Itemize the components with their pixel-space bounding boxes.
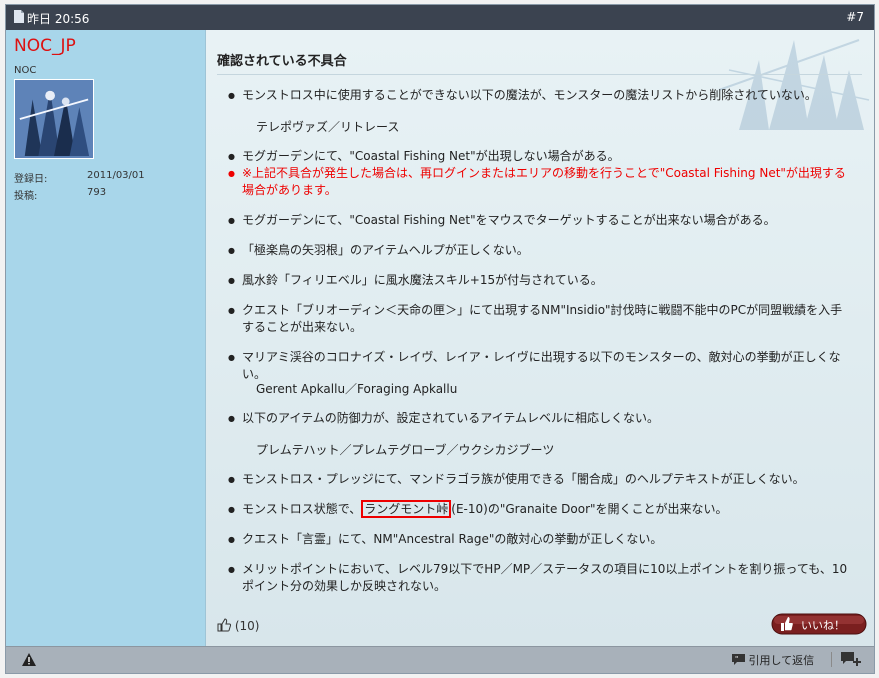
post-header: 昨日 20:56 #7 [6, 5, 874, 30]
post-count-value: 793 [87, 187, 107, 198]
list-item: モンストロス・プレッジにて、マンドラゴラ族が使用できる「闇合成」のヘルプテキスト… [228, 471, 854, 488]
join-date-label: 登録日: [14, 174, 48, 185]
list-note: ※上記不具合が発生した場合は、再ログインまたはエリアの移動を行うことで"Coas… [228, 165, 854, 199]
user-sidebar: NOC_JP NOC 登録日: 2011/03/01 投稿: 793 [6, 30, 206, 649]
join-date-row: 登録日: 2011/03/01 [14, 170, 145, 185]
post-count-label: 投稿: [14, 191, 38, 202]
list-item: モグガーデンにて、"Coastal Fishing Net"をマウスでターゲット… [228, 212, 854, 229]
post-footer: " 引用して返信 [6, 646, 874, 673]
title-divider [217, 74, 862, 75]
list-item: 以下のアイテムの防御力が、設定されているアイテムレベルに相応しくない。 [228, 410, 854, 427]
like-count[interactable]: (10) [217, 618, 259, 633]
list-item: メリットポイントにおいて、レベル79以下でHP／MP／ステータスの項目に10以上… [228, 561, 854, 595]
highlighted-place-name: ラングモント峠 [361, 500, 452, 518]
username-link[interactable]: NOC_JP [14, 36, 76, 56]
list-subitem: プレムテハット／プレムテグローブ／ウクシカジブーツ [256, 443, 555, 457]
post-title: 確認されている不具合 [217, 54, 347, 69]
like-count-value: (10) [234, 619, 260, 633]
report-warning-icon[interactable] [22, 653, 36, 666]
list-subitem: Gerent Apkallu／Foraging Apkallu [256, 382, 458, 396]
decorative-artwork [718, 39, 870, 130]
document-icon [14, 10, 24, 23]
list-item: モンストロス状態で、ラングモント峠(E-10)の"Granaite Door"を… [228, 500, 854, 518]
quote-bubble-icon: " [732, 654, 745, 665]
post-number-link[interactable]: #7 [846, 10, 864, 24]
user-title: NOC [14, 65, 37, 76]
list-subitem: テレポヴァズ／リトレース [256, 120, 400, 134]
list-item: 風水鈴「フィリエベル」に風水魔法スキル+15が付与されている。 [228, 272, 854, 289]
reply-with-quote-button[interactable]: " 引用して返信 [732, 652, 814, 668]
list-item: マリアミ渓谷のコロナイズ・レイヴ、レイア・レイヴに出現する以下のモンスターの、敵… [228, 349, 854, 383]
post-count-row: 投稿: 793 [14, 187, 106, 202]
post-date: 昨日 20:56 [27, 12, 90, 26]
list-item-text-pre: モンストロス状態で、 [242, 502, 362, 516]
thumbs-up-icon [217, 618, 232, 632]
forum-post: 昨日 20:56 #7 NOC_JP NOC 登録日: 2011/03/01 投… [5, 4, 875, 674]
avatar[interactable] [14, 79, 94, 159]
reply-with-quote-label: 引用して返信 [748, 654, 815, 667]
list-item: モンストロス中に使用することができない以下の魔法が、モンスターの魔法リストから削… [228, 87, 854, 104]
multi-quote-icon[interactable] [841, 652, 861, 667]
list-item: クエスト「ブリオーディン＜天命の匣＞」にて出現するNM"Insidio"討伐時に… [228, 302, 854, 336]
list-item: クエスト「言霊」にて、NM"Ancestral Rage"の敵対心の挙動が正しく… [228, 531, 854, 548]
like-button[interactable]: いいね！ [771, 613, 867, 635]
footer-separator [831, 652, 832, 667]
list-item: モグガーデンにて、"Coastal Fishing Net"が出現しない場合があ… [228, 148, 854, 165]
join-date-value: 2011/03/01 [87, 170, 145, 181]
like-button-label: いいね！ [801, 619, 845, 632]
list-item: 「極楽鳥の矢羽根」のアイテムヘルプが正しくない。 [228, 242, 854, 259]
post-content: 確認されている不具合 モンストロス中に使用することができない以下の魔法が、モンス… [206, 30, 874, 649]
svg-text:": " [735, 655, 738, 663]
list-item-text-post: (E-10)の"Granaite Door"を開くことが出来ない。 [451, 502, 728, 516]
